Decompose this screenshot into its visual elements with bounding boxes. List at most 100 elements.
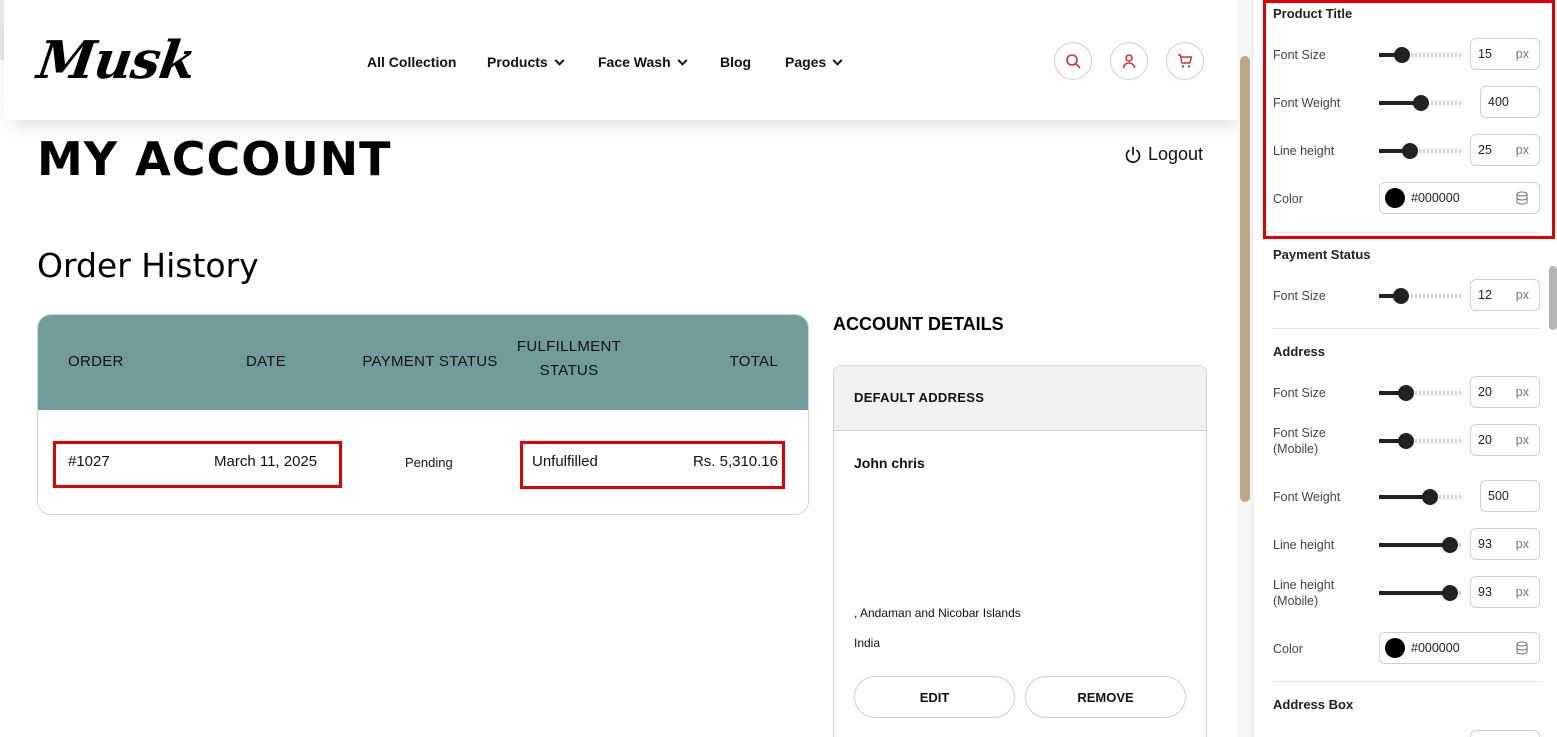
edit-address-button[interactable]: EDIT bbox=[854, 676, 1015, 718]
unit-label: px bbox=[1515, 288, 1529, 302]
payment-status: Pending bbox=[405, 455, 453, 470]
product-title-font-size-slider[interactable] bbox=[1379, 47, 1462, 63]
search-button[interactable] bbox=[1054, 42, 1092, 80]
column-header-fulfillment-line2: STATUS bbox=[539, 362, 599, 379]
brand-logo[interactable]: Musk bbox=[34, 30, 199, 91]
nav-products[interactable]: Products bbox=[487, 54, 565, 70]
label-line: Line height bbox=[1273, 578, 1335, 592]
column-header-order: ORDER bbox=[68, 353, 124, 370]
section-divider bbox=[1273, 681, 1540, 682]
address-color-picker[interactable]: #000000 bbox=[1379, 632, 1540, 664]
address-font-size-mobile-input[interactable]: 20 px bbox=[1470, 424, 1540, 456]
color-value: #000000 bbox=[1411, 191, 1460, 205]
input-value: 20 bbox=[1478, 433, 1492, 447]
site-header: Musk All Collection Products Face Wash B… bbox=[4, 4, 1248, 120]
database-icon[interactable] bbox=[1515, 641, 1529, 655]
unit-label: px bbox=[1515, 537, 1529, 551]
label-line: (Mobile) bbox=[1273, 594, 1319, 608]
unit-label: px bbox=[1515, 385, 1529, 399]
slider-knob[interactable] bbox=[1413, 95, 1429, 111]
address-font-weight-slider[interactable] bbox=[1379, 489, 1462, 505]
input-value: 20 bbox=[1478, 385, 1492, 399]
unit-label: px bbox=[1515, 585, 1529, 599]
slider-knob[interactable] bbox=[1402, 143, 1418, 159]
nav-face-wash[interactable]: Face Wash bbox=[598, 54, 688, 70]
input-value: 15 bbox=[1478, 47, 1492, 61]
font-size-label: Font Size bbox=[1273, 289, 1326, 303]
section-title-payment-status: Payment Status bbox=[1273, 247, 1371, 262]
chevron-down-icon bbox=[832, 55, 843, 66]
line-height-label: Line height bbox=[1273, 538, 1335, 552]
address-font-size-input[interactable]: 20 px bbox=[1470, 376, 1540, 408]
input-value: 12 bbox=[1478, 288, 1492, 302]
nav-all-collection[interactable]: All Collection bbox=[367, 54, 456, 70]
unit-label: px bbox=[1515, 47, 1529, 61]
slider-knob[interactable] bbox=[1393, 288, 1409, 304]
address-line-height-input[interactable]: 93 px bbox=[1470, 528, 1540, 560]
label-line: (Mobile) bbox=[1273, 442, 1319, 456]
database-icon[interactable] bbox=[1515, 191, 1529, 205]
input-value: 400 bbox=[1488, 95, 1509, 109]
order-date: March 11, 2025 bbox=[214, 453, 318, 470]
address-line-height-mobile-slider[interactable] bbox=[1379, 585, 1462, 601]
address-line-height-slider[interactable] bbox=[1379, 537, 1462, 553]
input-value: 93 bbox=[1478, 585, 1492, 599]
font-size-label: Font Size bbox=[1273, 386, 1326, 400]
unit-label: px bbox=[1515, 143, 1529, 157]
column-header-total: TOTAL bbox=[729, 353, 778, 370]
settings-scrollbar-thumb[interactable] bbox=[1549, 266, 1557, 330]
search-icon bbox=[1066, 54, 1081, 69]
logout-button[interactable]: Logout bbox=[1124, 144, 1203, 165]
nav-blog[interactable]: Blog bbox=[720, 54, 751, 70]
slider-knob[interactable] bbox=[1442, 537, 1458, 553]
product-title-line-height-slider[interactable] bbox=[1379, 143, 1462, 159]
address-box-input[interactable] bbox=[1470, 730, 1540, 737]
slider-knob[interactable] bbox=[1442, 585, 1458, 601]
line-height-mobile-label: Line height (Mobile) bbox=[1273, 577, 1334, 609]
product-title-color-picker[interactable]: #000000 bbox=[1379, 182, 1540, 214]
line-height-label: Line height bbox=[1273, 144, 1335, 158]
remove-address-button[interactable]: REMOVE bbox=[1025, 676, 1186, 718]
preview-scrollbar-thumb[interactable] bbox=[1240, 56, 1250, 502]
orders-table: ORDER DATE PAYMENT STATUS FULFILLMENT ST… bbox=[37, 314, 809, 515]
label-line: Font Size bbox=[1273, 426, 1326, 440]
page-title: MY ACCOUNT bbox=[37, 132, 392, 186]
slider-knob[interactable] bbox=[1394, 47, 1410, 63]
section-title-address-box: Address Box bbox=[1273, 697, 1354, 712]
section-title-product-title: Product Title bbox=[1273, 6, 1353, 21]
address-line-height-mobile-input[interactable]: 93 px bbox=[1470, 576, 1540, 608]
section-title-address: Address bbox=[1273, 344, 1326, 359]
column-header-fulfillment-line1: FULFILLMENT bbox=[516, 338, 622, 355]
section-divider bbox=[1273, 328, 1540, 329]
order-number-link[interactable]: #1027 bbox=[68, 453, 110, 470]
column-header-date: DATE bbox=[245, 353, 287, 370]
input-value: 93 bbox=[1478, 537, 1492, 551]
nav-label: Pages bbox=[785, 54, 827, 70]
slider-knob[interactable] bbox=[1398, 433, 1414, 449]
slider-knob[interactable] bbox=[1422, 489, 1438, 505]
address-font-size-slider[interactable] bbox=[1379, 385, 1462, 401]
account-details-title: ACCOUNT DETAILS bbox=[833, 314, 1004, 334]
order-total: Rs. 5,310.16 bbox=[692, 453, 778, 470]
nav-pages[interactable]: Pages bbox=[785, 54, 843, 70]
font-weight-label: Font Weight bbox=[1273, 490, 1341, 504]
address-name: John chris bbox=[854, 455, 925, 471]
product-title-font-weight-input[interactable]: 400 bbox=[1480, 86, 1540, 118]
chevron-down-icon bbox=[554, 55, 565, 66]
cart-button[interactable] bbox=[1166, 42, 1204, 80]
orders-table-header: ORDER DATE PAYMENT STATUS FULFILLMENT ST… bbox=[38, 315, 808, 410]
address-country: India bbox=[854, 636, 881, 650]
product-title-font-size-input[interactable]: 15 px bbox=[1470, 38, 1540, 70]
address-font-size-mobile-slider[interactable] bbox=[1379, 433, 1462, 449]
payment-status-font-size-slider[interactable] bbox=[1379, 288, 1462, 304]
address-font-weight-input[interactable]: 500 bbox=[1480, 480, 1540, 512]
account-button[interactable] bbox=[1110, 42, 1148, 80]
payment-status-font-size-input[interactable]: 12 px bbox=[1470, 279, 1540, 311]
slider-knob[interactable] bbox=[1398, 385, 1414, 401]
font-size-mobile-label: Font Size (Mobile) bbox=[1273, 425, 1326, 457]
order-history-title: Order History bbox=[37, 246, 259, 285]
color-swatch bbox=[1385, 638, 1405, 658]
product-title-line-height-input[interactable]: 25 px bbox=[1470, 134, 1540, 166]
product-title-font-weight-slider[interactable] bbox=[1379, 95, 1462, 111]
address-line: , Andaman and Nicobar Islands bbox=[854, 606, 1021, 620]
